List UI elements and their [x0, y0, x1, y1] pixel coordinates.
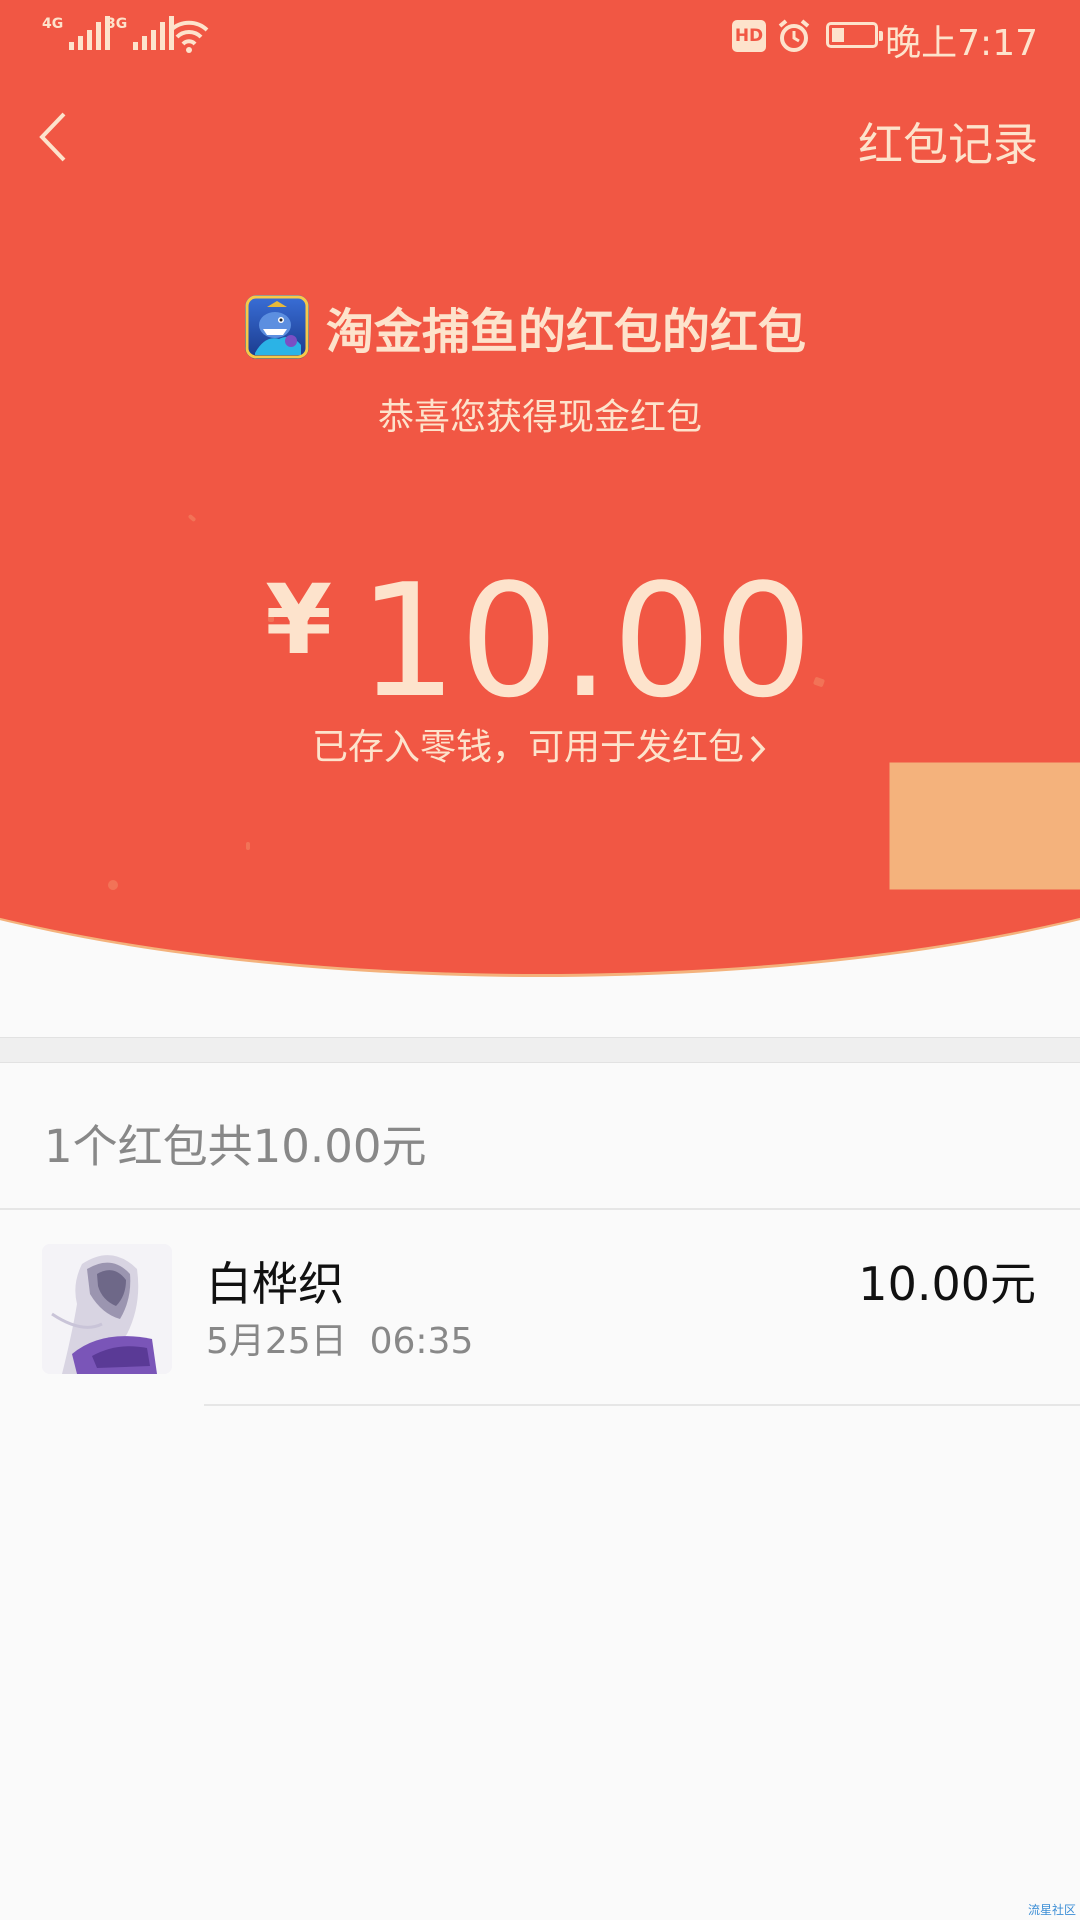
signal-3g-icon: 3G	[106, 16, 175, 50]
record-time: 5月25日 06:35	[206, 1321, 474, 1362]
avatar	[42, 1244, 172, 1374]
packet-title: 淘金捕鱼的红包的红包	[326, 304, 807, 360]
wallet-note-text: 已存入零钱，可用于发红包	[311, 727, 744, 768]
packet-subtitle: 恭喜您获得现金红包	[377, 397, 702, 438]
network-type-label: 3G	[106, 16, 128, 32]
red-packet-header: 4G 3G HD 晚上7:17 红包记录 淘金捕鱼的红包的红包 恭喜您获得现金红…	[0, 0, 1080, 980]
wallet-note-link[interactable]: 已存入零钱，可用于发红包	[0, 718, 1080, 770]
amount-value: 10.00	[358, 550, 815, 732]
currency-symbol: ¥	[265, 564, 333, 676]
divider	[0, 1208, 1080, 1210]
watermark: 流星社区	[1027, 1903, 1076, 1917]
list-item[interactable]: 白桦织 5月25日 06:35 10.00元	[0, 1212, 1080, 1408]
back-chevron-icon[interactable]	[30, 106, 80, 168]
status-bar: 4G 3G HD 晚上7:17	[0, 0, 1080, 72]
sender-name: 白桦织	[206, 1257, 344, 1311]
fish-game-app-icon	[245, 295, 309, 359]
alarm-icon	[778, 19, 810, 52]
section-divider	[0, 1037, 1080, 1063]
red-packet-records-link[interactable]: 红包记录	[858, 108, 1038, 173]
battery-icon	[826, 22, 883, 48]
network-type-label: 4G	[42, 16, 64, 32]
chevron-right-icon	[750, 735, 766, 763]
hd-badge: HD	[732, 20, 766, 52]
signal-4g-icon: 4G	[42, 16, 111, 50]
battery-level	[832, 28, 844, 42]
received-amount: ¥10.00	[0, 550, 1080, 732]
wifi-icon	[169, 20, 209, 53]
record-amount: 10.00元	[858, 1257, 1036, 1311]
divider	[204, 1404, 1080, 1406]
sparkle	[246, 842, 250, 850]
status-time: 晚上7:17	[885, 23, 1038, 64]
packet-summary: 1个红包共10.00元	[44, 1120, 427, 1173]
sparkle	[108, 880, 118, 890]
